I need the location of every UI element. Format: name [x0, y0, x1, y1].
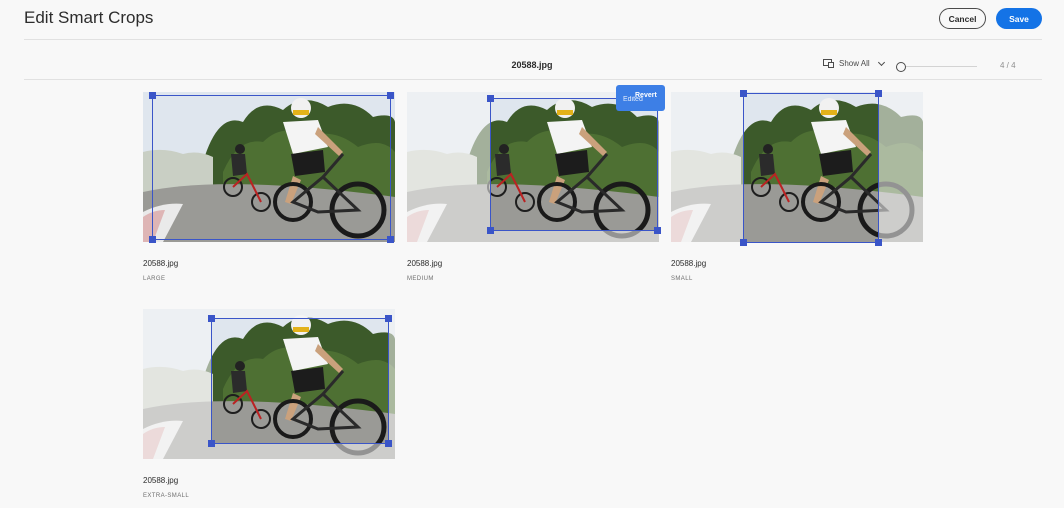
- crop-handle[interactable]: [875, 239, 882, 246]
- crop-handle[interactable]: [385, 315, 392, 322]
- toolbar: 20588.jpg Show All 4 / 4: [0, 41, 1064, 79]
- crop-card-large: 20588.jpg LARGE: [143, 92, 395, 287]
- card-filename: 20588.jpg: [143, 476, 179, 485]
- card-filename: 20588.jpg: [671, 259, 707, 268]
- view-mode-icon: [823, 59, 835, 68]
- crop-box[interactable]: [208, 315, 392, 447]
- crop-handle[interactable]: [387, 92, 394, 99]
- crop-handle[interactable]: [487, 95, 494, 102]
- crop-card-medium: Edited Revert 20588.jpg MEDIUM: [407, 85, 665, 287]
- crop-handle[interactable]: [740, 239, 747, 246]
- card-size-label: SMALL: [671, 276, 693, 282]
- revert-button[interactable]: Revert: [635, 92, 657, 99]
- toolbar-divider: [24, 79, 1042, 80]
- crop-handle[interactable]: [208, 315, 215, 322]
- crop-handle[interactable]: [875, 90, 882, 97]
- page-title: Edit Smart Crops: [24, 8, 154, 27]
- header: Edit Smart Crops Cancel Save: [0, 0, 1064, 40]
- crop-handle[interactable]: [487, 227, 494, 234]
- cancel-button[interactable]: Cancel: [939, 8, 986, 29]
- header-divider: [24, 39, 1042, 40]
- zoom-slider-track[interactable]: [901, 66, 977, 67]
- zoom-slider-handle[interactable]: [896, 62, 906, 72]
- card-filename: 20588.jpg: [143, 259, 179, 268]
- card-size-label: EXTRA-SMALL: [143, 493, 190, 499]
- crop-handle[interactable]: [387, 236, 394, 243]
- chevron-down-icon: [877, 58, 885, 66]
- crop-handle[interactable]: [149, 236, 156, 243]
- crop-handle[interactable]: [208, 440, 215, 447]
- page-count: 4 / 4: [1000, 61, 1016, 70]
- card-filename: 20588.jpg: [407, 259, 443, 268]
- view-selector-label: Show All: [839, 59, 870, 68]
- edited-badge[interactable]: Edited Revert: [616, 85, 665, 111]
- crop-handle[interactable]: [740, 90, 747, 97]
- crop-card-small: 20588.jpg SMALL: [671, 90, 923, 287]
- crop-handle[interactable]: [149, 92, 156, 99]
- crop-box[interactable]: [487, 95, 661, 234]
- crop-card-extra-small: 20588.jpg EXTRA-SMALL: [143, 309, 395, 504]
- crop-handle[interactable]: [654, 227, 661, 234]
- crop-box[interactable]: [740, 90, 882, 246]
- crop-handle[interactable]: [385, 440, 392, 447]
- card-size-label: MEDIUM: [407, 276, 434, 282]
- crop-box[interactable]: [149, 92, 394, 243]
- save-button[interactable]: Save: [996, 8, 1042, 29]
- card-size-label: LARGE: [143, 276, 166, 282]
- view-selector[interactable]: Show All: [823, 58, 885, 68]
